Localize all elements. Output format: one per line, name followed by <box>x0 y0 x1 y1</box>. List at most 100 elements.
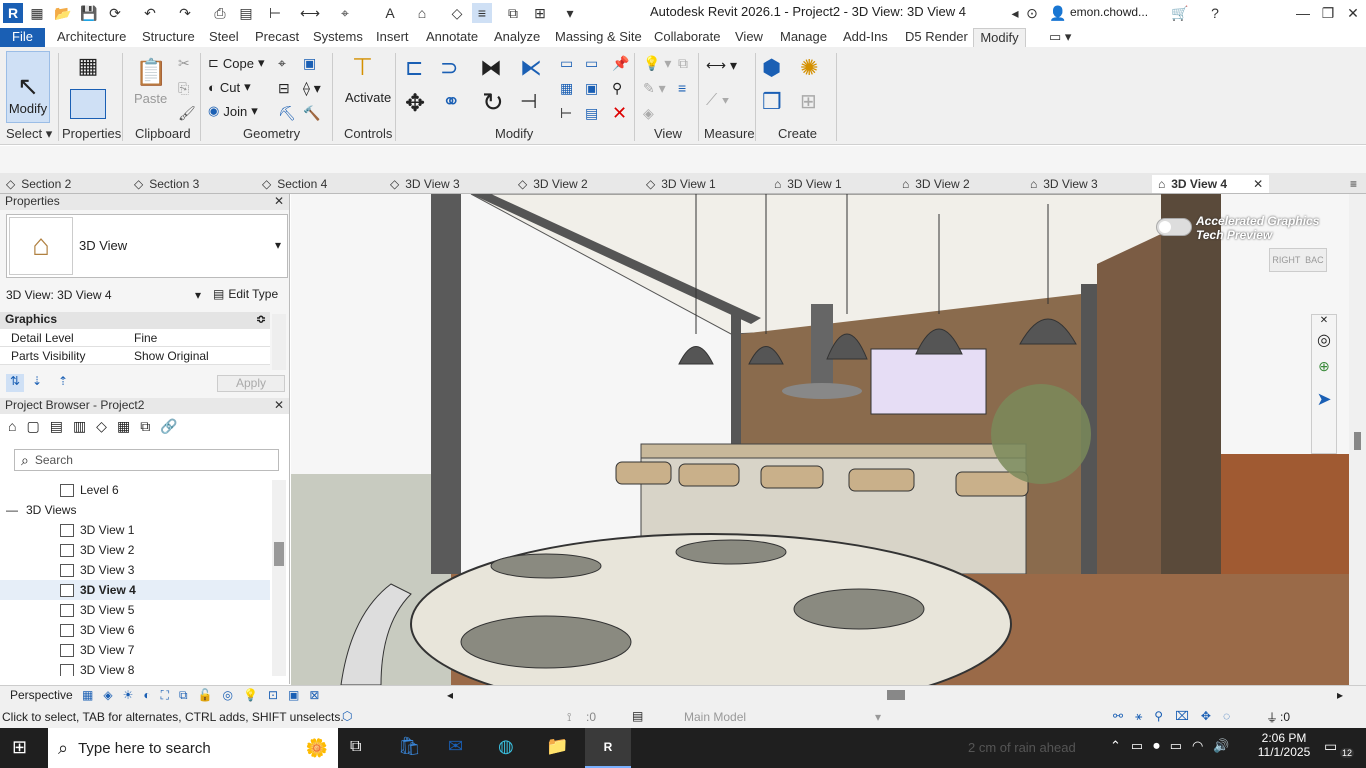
panel-select-label[interactable]: Select ▾ <box>6 126 52 142</box>
aligned-dimension-icon[interactable]: ⟋ ▾ <box>706 92 729 110</box>
zoom-icon[interactable]: ⊕ <box>1312 358 1336 375</box>
windows-start-icon[interactable]: ⊞ <box>12 737 27 758</box>
view-tab[interactable]: ◇ Section 2 <box>6 175 71 193</box>
save-icon[interactable]: 💾 <box>79 3 99 23</box>
sun-path-icon[interactable]: ☀ <box>123 688 134 703</box>
geometry-demolish-icon[interactable]: ⛏ <box>278 105 296 122</box>
legends-icon[interactable]: ▥ <box>73 418 86 435</box>
orbit-icon[interactable]: ➤ <box>1312 389 1336 410</box>
tab-view[interactable]: View <box>731 28 767 47</box>
section-qat-icon[interactable]: ◇ <box>447 3 467 23</box>
battery-icon[interactable]: ▭ <box>1170 738 1182 754</box>
properties-button[interactable] <box>70 89 106 119</box>
mirror-pick-axis-icon[interactable]: ⧓ <box>480 55 502 81</box>
detail-level-icon[interactable]: ▦ <box>82 688 93 703</box>
show-crop-icon[interactable]: ⧉ <box>179 688 188 703</box>
store-icon[interactable]: 🛍 <box>398 736 421 757</box>
tab-insert[interactable]: Insert <box>372 28 413 47</box>
view-tab[interactable]: ◇ 3D View 2 <box>518 175 588 193</box>
tree-item-3d-view[interactable]: 3D View 3 <box>0 560 270 580</box>
apply-button[interactable]: Apply <box>217 375 285 392</box>
qat-dropdown-icon[interactable]: ▾ <box>560 3 580 23</box>
array-icon[interactable]: ▦ <box>560 80 573 97</box>
shadows-icon[interactable]: ◐ <box>143 688 150 703</box>
scrollbar-thumb[interactable] <box>1354 432 1361 450</box>
user-icon[interactable]: 👤 <box>1048 3 1068 23</box>
trim-multiple-icon[interactable]: ▤ <box>585 105 598 122</box>
browser-scrollbar[interactable] <box>272 480 286 676</box>
type-properties-icon[interactable]: ▦ <box>68 53 108 83</box>
select-pinned-icon[interactable]: ⚲ <box>1154 709 1163 724</box>
print-icon[interactable]: ⎙ <box>210 3 230 23</box>
ribbon-options-icon[interactable]: ▭ ▾ <box>1045 28 1075 47</box>
scale-icon[interactable]: ▣ <box>585 80 598 97</box>
camera-icon[interactable]: ▭ <box>1131 738 1143 754</box>
align-icon[interactable]: ⊏ <box>405 55 423 81</box>
select-by-face-icon[interactable]: ⌧ <box>1175 709 1189 724</box>
switch-windows-icon[interactable]: ⊞ <box>530 3 550 23</box>
tab-d5-render[interactable]: D5 Render <box>901 28 972 47</box>
scroll-right-icon[interactable]: ▸ <box>1337 688 1343 702</box>
modify-button[interactable]: ↖ Modify <box>6 51 50 123</box>
sort-ascending-icon[interactable]: ⇣ <box>32 374 42 388</box>
view-tab[interactable]: ⌂ 3D View 1 <box>774 175 842 193</box>
geometry-split-icon[interactable]: ⟠ ▾ <box>303 80 321 97</box>
temp-hide-icon[interactable]: ◎ <box>223 688 233 703</box>
tab-massing-site[interactable]: Massing & Site <box>551 28 646 47</box>
type-selector[interactable]: ⌂ 3D View ▾ <box>6 214 288 278</box>
tab-file[interactable]: File <box>0 28 45 47</box>
dimension-qat-icon[interactable]: ⟷ <box>300 3 320 23</box>
task-view-icon[interactable]: ⧉ <box>350 738 361 756</box>
split-element-icon[interactable]: ▭ <box>560 55 573 72</box>
tab-steel[interactable]: Steel <box>205 28 243 47</box>
cart-icon[interactable]: 🛒 <box>1170 3 1190 23</box>
revit-logo-icon[interactable]: R <box>3 3 23 23</box>
unpin-icon[interactable]: ⚲ <box>612 80 622 97</box>
override-graphics-icon[interactable]: 💡 ▾ <box>643 55 671 72</box>
tree-item-3d-view[interactable]: 3D View 5 <box>0 600 270 620</box>
view-tab[interactable]: ◇ 3D View 3 <box>390 175 460 193</box>
edge-icon[interactable]: ◍ <box>498 736 514 757</box>
schedules-icon[interactable]: ▤ <box>50 418 63 435</box>
crop-view-icon[interactable]: ⛶ <box>161 688 169 703</box>
close-panel-icon[interactable]: ✕ <box>274 398 284 412</box>
chevron-up-icon[interactable]: ⌃ <box>1110 738 1121 754</box>
notification-icon[interactable]: ▭ <box>1324 738 1337 755</box>
activate-icon[interactable]: ⊤ <box>352 53 373 82</box>
scroll-left-icon[interactable]: ◂ <box>447 688 453 702</box>
lock-3d-icon[interactable]: 🔓 <box>198 688 213 703</box>
home-icon[interactable]: ▦ <box>27 3 47 23</box>
visual-style-icon[interactable]: ◈ <box>103 688 112 703</box>
close-hidden-icon[interactable]: ⧉ <box>503 3 523 23</box>
revit-taskbar-icon[interactable]: R <box>585 728 631 768</box>
constraints-icon[interactable]: ⊠ <box>309 688 319 703</box>
cut-geometry-button[interactable]: ◐ Cut ▾ <box>208 79 251 95</box>
view-tab-active[interactable]: ⌂ 3D View 4 ✕ <box>1152 175 1270 193</box>
select-links-icon[interactable]: ⚯ <box>1113 709 1123 724</box>
viewcube[interactable]: RIGHT BAC <box>1269 248 1327 272</box>
tree-item-3d-view[interactable]: 3D View 1 <box>0 520 270 540</box>
hide-view-icon[interactable]: ⧉ <box>678 55 688 72</box>
tree-item-3d-view-selected[interactable]: 3D View 4 <box>0 580 270 600</box>
drag-on-select-icon[interactable]: ✥ <box>1201 709 1211 724</box>
copy-modify-icon[interactable]: ⚭ <box>442 89 460 115</box>
groups-icon[interactable]: ⧉ <box>140 418 150 435</box>
minimize-icon[interactable]: — <box>1293 3 1313 23</box>
browser-search[interactable]: ⌕ Search <box>14 449 279 471</box>
split-gap-icon[interactable]: ▭ <box>585 55 598 72</box>
volume-icon[interactable]: 🔊 <box>1213 738 1229 754</box>
redo-icon[interactable]: ↷ <box>175 3 195 23</box>
close-panel-icon[interactable]: ✕ <box>274 194 284 208</box>
rotate-icon[interactable]: ↻ <box>482 87 504 118</box>
restore-icon[interactable]: ❐ <box>1318 3 1338 23</box>
thin-lines-icon[interactable]: ≡ <box>472 3 492 23</box>
delete-icon[interactable]: ✕ <box>612 103 627 124</box>
3d-home-icon[interactable]: ⌂ <box>412 3 432 23</box>
pin-icon[interactable]: 📌 <box>612 55 629 72</box>
file-explorer-icon[interactable]: 📁 <box>546 736 568 757</box>
horizontal-scrollbar-thumb[interactable] <box>887 690 905 700</box>
tab-add-ins[interactable]: Add-Ins <box>839 28 892 47</box>
measure-qat-icon[interactable]: ⊢ <box>265 3 285 23</box>
views-icon[interactable]: ▢ <box>26 418 39 435</box>
recording-icon[interactable]: ⏺ <box>1153 738 1160 754</box>
